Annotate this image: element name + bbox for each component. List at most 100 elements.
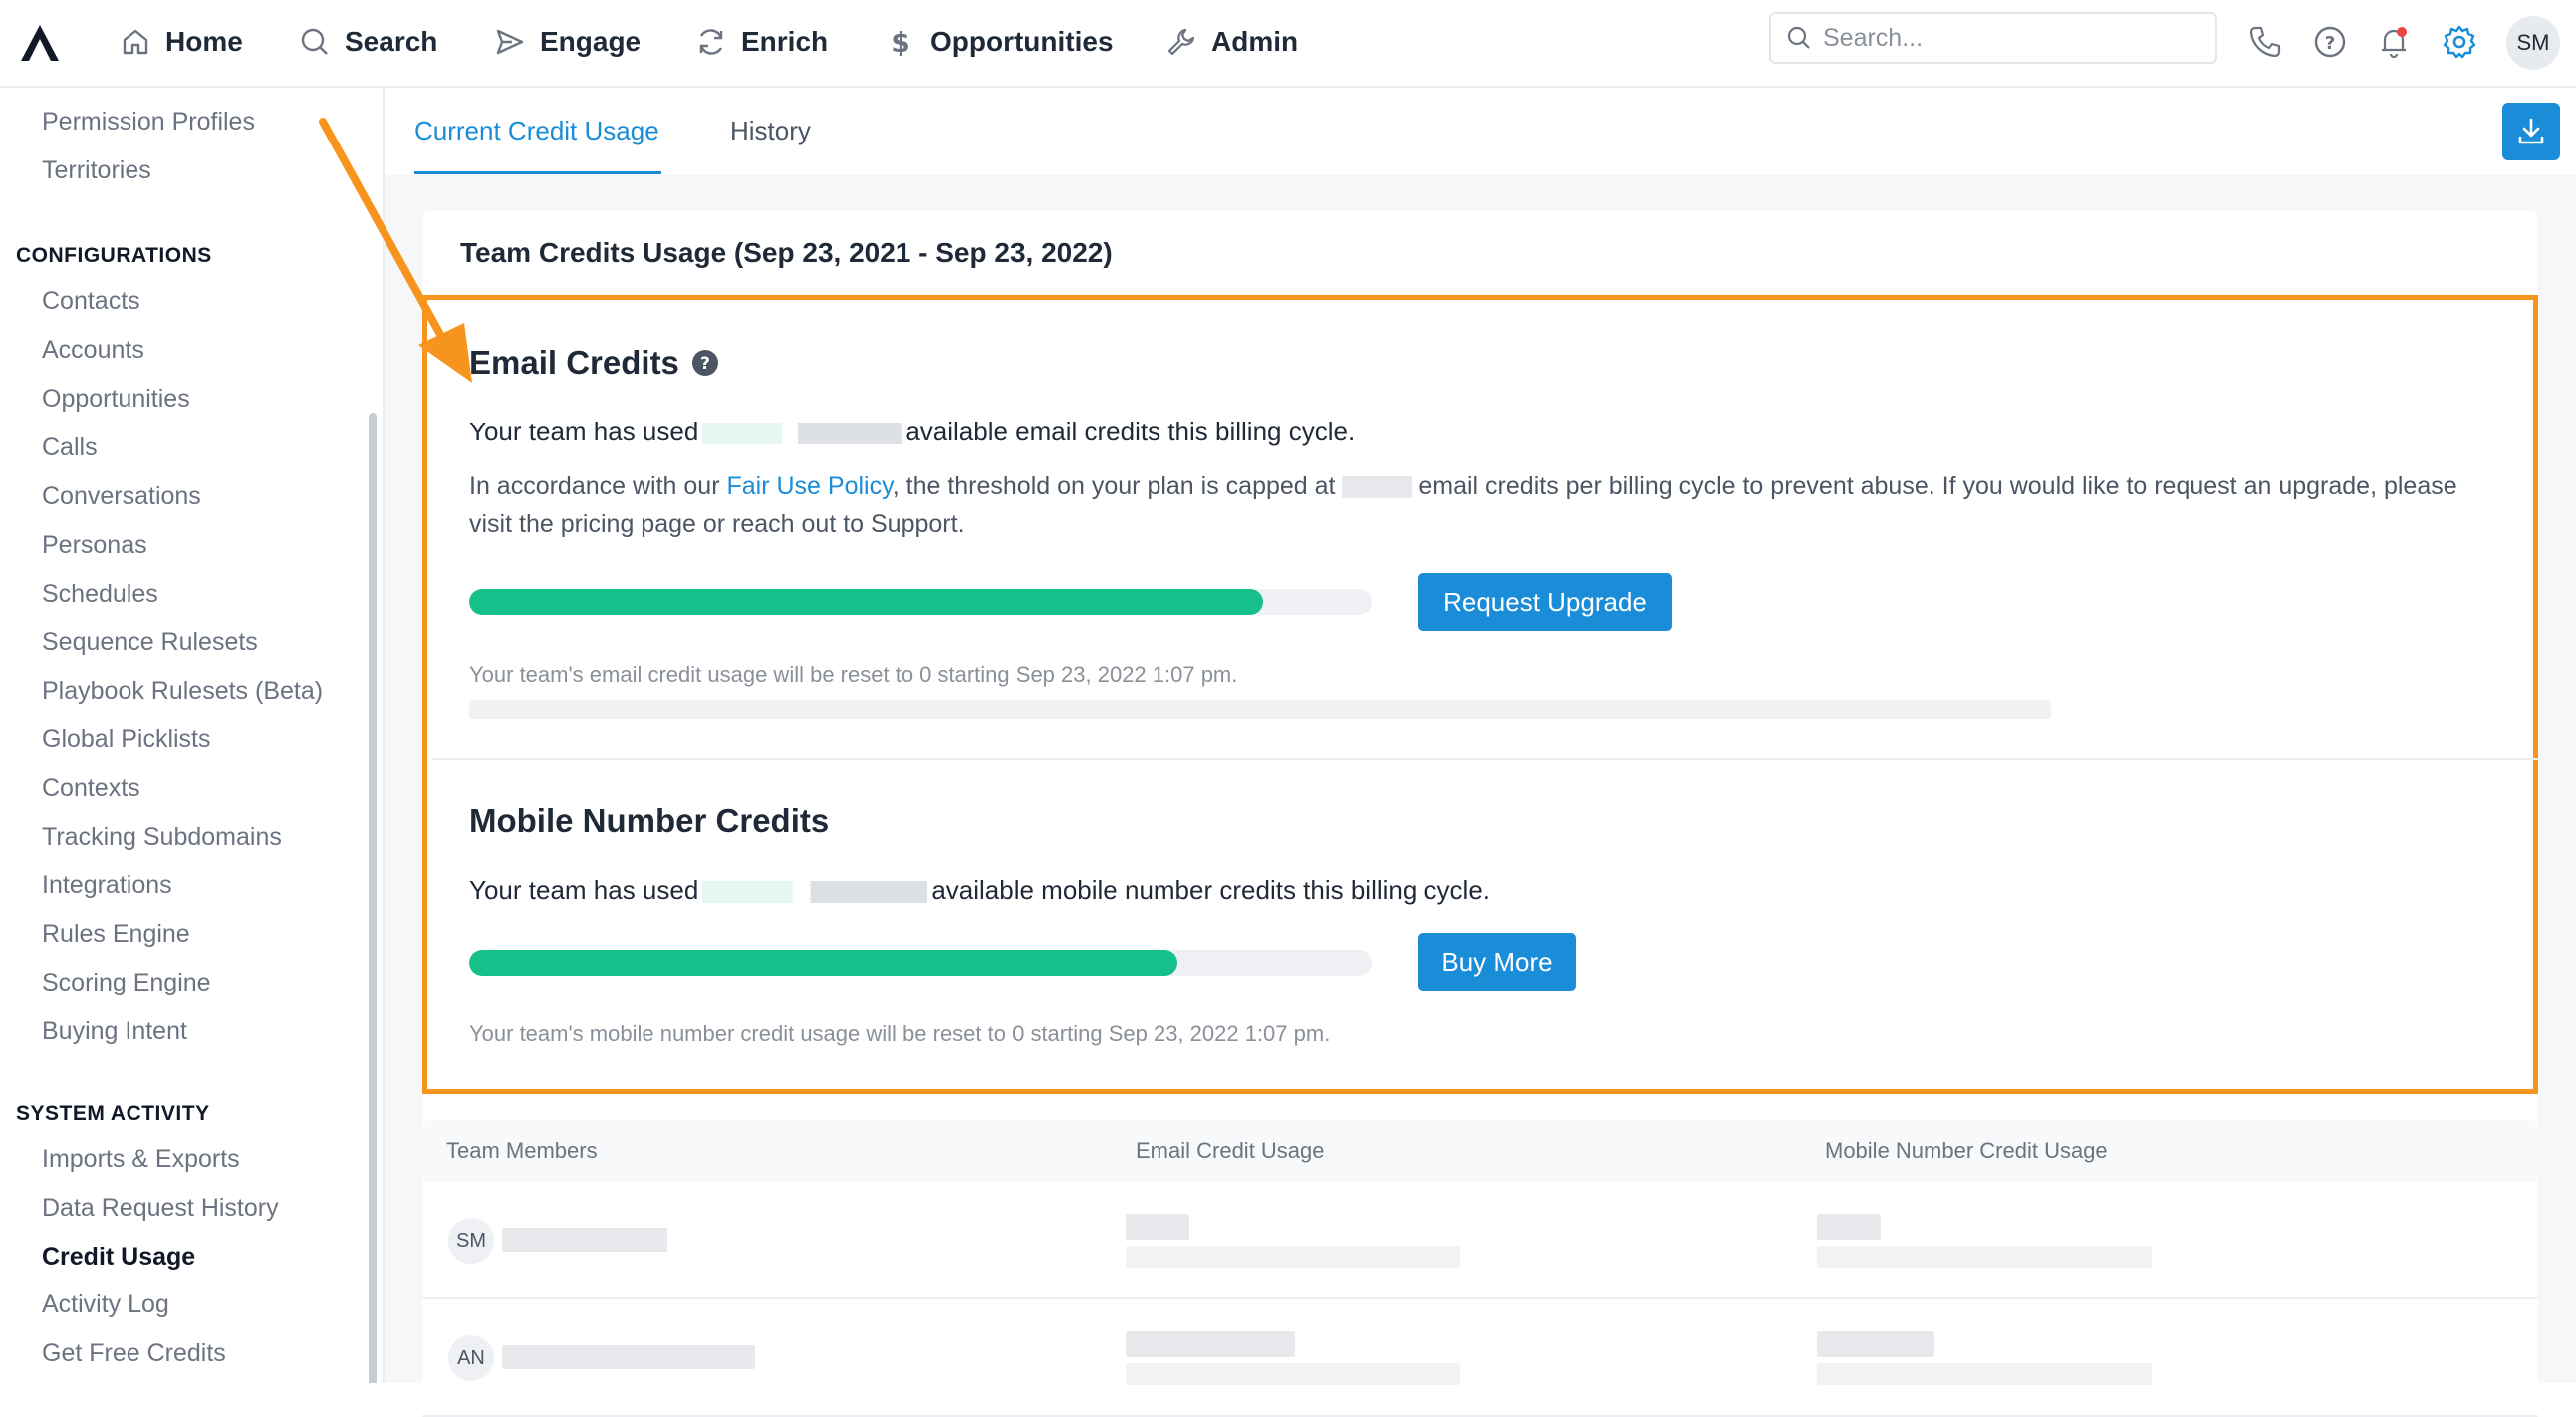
sidebar-item-opportunities[interactable]: Opportunities [42,385,190,414]
sidebar-item-data-request-history[interactable]: Data Request History [42,1194,279,1223]
policy-text-pre: In accordance with our [469,472,727,500]
gear-icon[interactable] [2442,24,2477,60]
column-header-email-credit-usage[interactable]: Email Credit Usage [1136,1138,1325,1164]
redacted-email-usage-bar [1126,1363,1460,1385]
sidebar-item-contexts[interactable]: Contexts [42,774,140,803]
tab-history[interactable]: History [730,116,811,146]
mobile-progress-fill [469,950,1178,976]
sidebar-item-permission-profiles[interactable]: Permission Profiles [42,108,255,137]
sidebar-item-credit-usage[interactable]: Credit Usage [42,1243,195,1272]
refresh-icon [699,29,723,55]
global-search[interactable] [1769,12,2217,64]
redacted-mobile-usage [1817,1214,1881,1240]
column-header-mobile-credit-usage[interactable]: Mobile Number Credit Usage [1825,1138,2108,1164]
mobile-reset-note: Your team's mobile number credit usage w… [469,1021,1331,1046]
credits-card: Team Credits Usage (Sep 23, 2021 - Sep 2… [422,211,2538,1178]
mobile-credits-progress [469,950,1372,976]
email-credits-progress [469,589,1372,615]
top-navigation: Home Search Engage Enrich $ Opportunitie… [0,0,2576,88]
user-avatar[interactable]: SM [2506,16,2560,70]
nav-opportunities[interactable]: $ Opportunities [885,18,1113,66]
bell-icon[interactable] [2376,24,2412,60]
download-icon [2518,118,2544,144]
sidebar-item-rules-engine[interactable]: Rules Engine [42,920,190,949]
nav-admin-label: Admin [1211,26,1299,57]
home-icon [123,29,148,55]
nav-enrich-label: Enrich [741,26,829,57]
policy-text-mid: , the threshold on your plan is capped a… [892,472,1343,500]
team-members-table-header: Team Members Email Credit Usage Mobile N… [422,1120,2538,1182]
sidebar-item-buying-intent[interactable]: Buying Intent [42,1017,187,1046]
search-input[interactable] [1821,22,2203,54]
sidebar-item-imports-exports[interactable]: Imports & Exports [42,1145,240,1174]
redacted-mobile-usage-bar [1817,1246,2152,1268]
search-icon [301,28,328,55]
redacted-value [702,423,902,445]
email-usage-line: Your team has used available email credit… [469,417,1355,447]
table-row[interactable]: SM [422,1182,2538,1299]
redacted-value [702,881,928,904]
sidebar-item-territories[interactable]: Territories [42,156,151,185]
annotation-arrow [319,118,472,383]
sidebar-item-accounts[interactable]: Accounts [42,336,144,365]
redacted-member-name [502,1228,667,1252]
phone-icon[interactable] [2247,24,2283,60]
dollar-icon: $ [891,26,909,58]
sidebar-item-calls[interactable]: Calls [42,433,98,462]
email-used-prefix: Your team has used [469,417,699,446]
member-avatar: SM [448,1218,494,1264]
fair-use-policy-link[interactable]: Fair Use Policy [726,472,892,500]
nav-search[interactable]: Search [299,18,437,66]
redacted-text [469,700,2051,719]
nav-home[interactable]: Home [120,18,243,66]
email-reset-note: Your team's email credit usage will be r… [469,662,1238,687]
tab-bar: Current Credit Usage History [385,88,2576,175]
main-content: Current Credit Usage History Team Credit… [385,88,2576,1417]
email-progress-fill [469,589,1264,615]
sidebar-item-personas[interactable]: Personas [42,531,147,560]
redacted-mobile-usage-bar [1817,1363,2152,1385]
nav-admin[interactable]: Admin [1165,18,1298,66]
request-upgrade-button[interactable]: Request Upgrade [1418,573,1672,631]
sidebar-item-playbook-rulesets[interactable]: Playbook Rulesets (Beta) [42,677,323,706]
nav-search-label: Search [345,26,438,57]
sidebar-item-conversations[interactable]: Conversations [42,482,201,511]
buy-more-button[interactable]: Buy More [1418,933,1576,991]
sidebar-item-global-picklists[interactable]: Global Picklists [42,725,211,754]
redacted-email-usage-bar [1126,1246,1460,1268]
email-used-suffix: available email credits this billing cyc… [905,417,1356,446]
nav-engage[interactable]: Engage [494,18,641,66]
email-credits-section: Email Credits ? [469,344,719,382]
help-icon[interactable]: ? [2312,24,2348,60]
mobile-credits-title: Mobile Number Credits [469,802,830,839]
card-title: Team Credits Usage (Sep 23, 2021 - Sep 2… [460,237,1113,268]
column-header-team-members[interactable]: Team Members [446,1138,598,1164]
search-icon [1787,26,1810,49]
sidebar-item-activity-log[interactable]: Activity Log [42,1290,169,1319]
mobile-used-prefix: Your team has used [469,875,699,905]
mobile-credits-section: Mobile Number Credits [469,802,829,840]
svg-text:?: ? [700,354,710,374]
wrench-icon [1167,28,1195,56]
sidebar-item-get-free-credits[interactable]: Get Free Credits [42,1339,226,1368]
nav-home-label: Home [165,26,243,57]
download-button[interactable] [2502,103,2560,160]
help-icon[interactable]: ? [691,349,719,377]
mobile-usage-line: Your team has used available mobile numbe… [469,875,1490,906]
sidebar-item-scoring-engine[interactable]: Scoring Engine [42,969,211,997]
sidebar-heading-system-activity: SYSTEM ACTIVITY [16,1102,210,1125]
sidebar-scrollbar[interactable] [369,413,377,1383]
sidebar-item-sequence-rulesets[interactable]: Sequence Rulesets [42,628,258,657]
sidebar-item-schedules[interactable]: Schedules [42,580,158,609]
send-icon [496,29,524,55]
apollo-logo[interactable] [18,22,62,64]
sidebar-item-contacts[interactable]: Contacts [42,287,140,316]
sidebar-item-integrations[interactable]: Integrations [42,871,172,900]
redacted-value [1342,476,1413,499]
section-divider [432,758,2538,760]
redacted-member-name [502,1345,755,1369]
highlight-box: Email Credits ? Your team has used availa… [422,295,2538,1094]
nav-enrich[interactable]: Enrich [695,18,828,66]
table-row[interactable]: AN [422,1299,2538,1417]
sidebar-item-tracking-subdomains[interactable]: Tracking Subdomains [42,823,282,852]
